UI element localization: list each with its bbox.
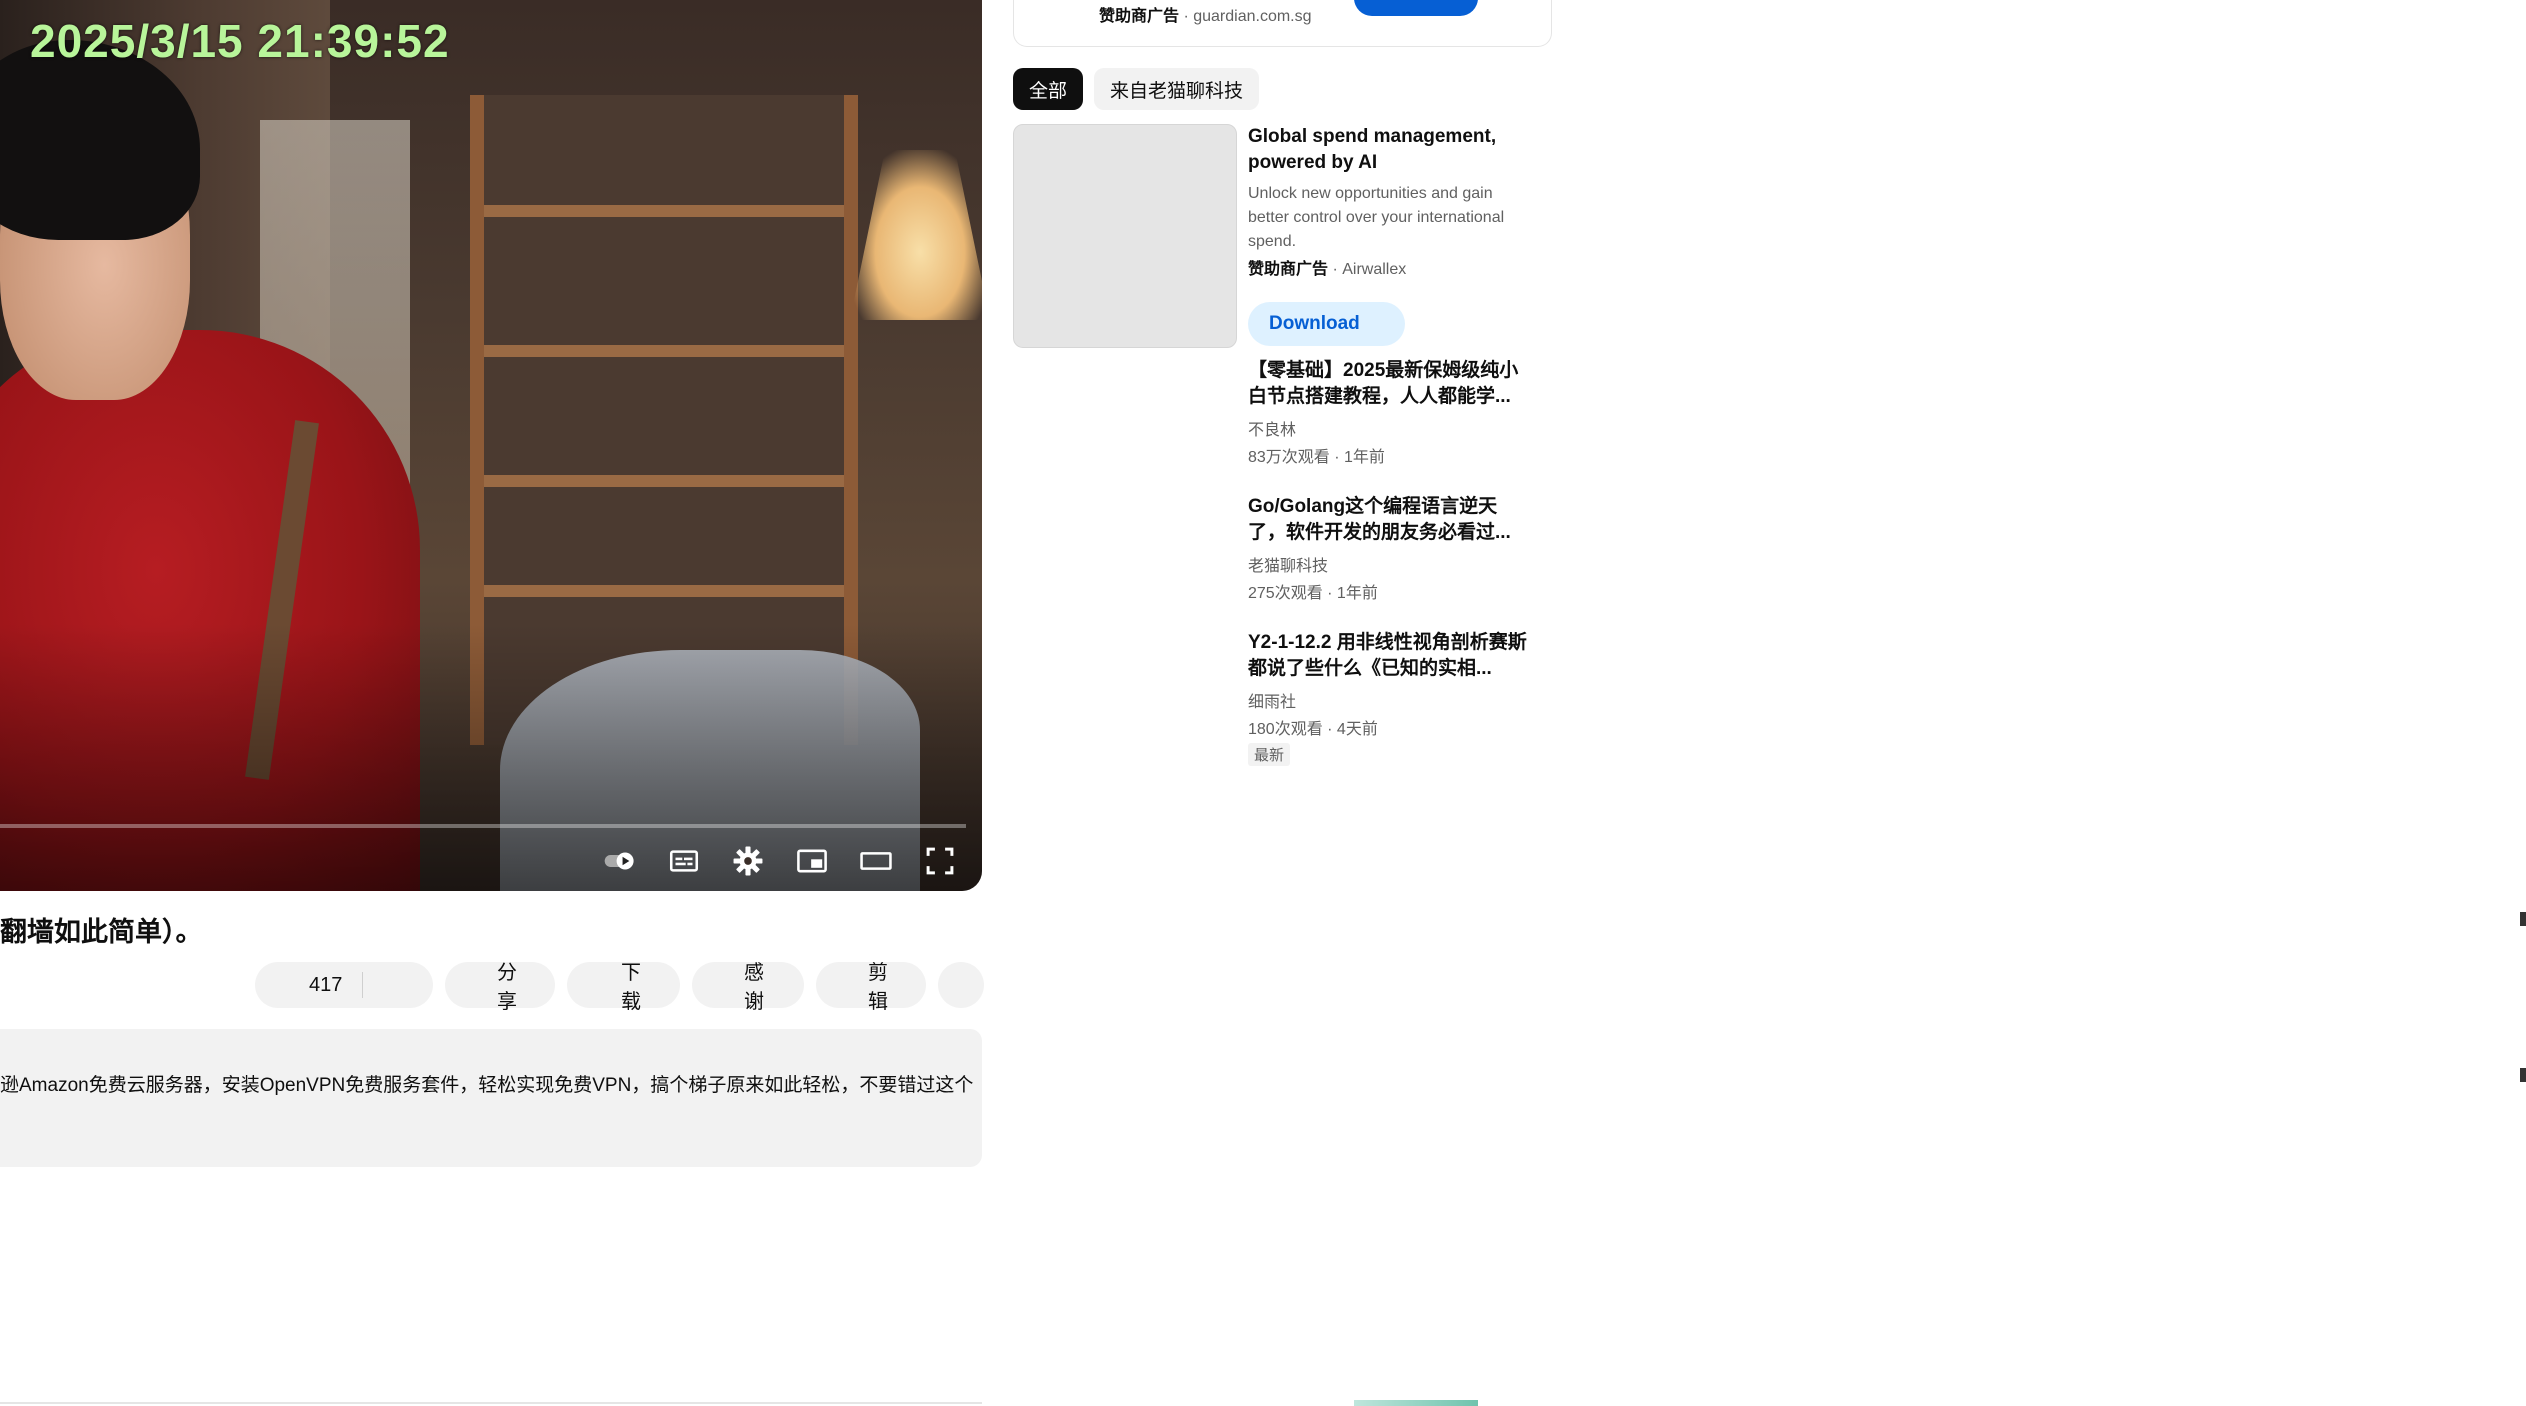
- recommendation-title[interactable]: 【零基础】2025最新保姆级纯小白节点搭建教程，人人都能学...: [1248, 358, 1528, 410]
- recommendation-channel[interactable]: 细雨社: [1248, 688, 1528, 712]
- download-button[interactable]: 下载: [567, 962, 680, 1013]
- video-controls-gradient: [0, 0, 982, 891]
- more-actions-button[interactable]: [938, 962, 984, 1008]
- settings-icon[interactable]: [730, 843, 766, 879]
- recommendation-item[interactable]: Y2-1-12.2 用非线性视角剖析赛斯都说了些什么《已知的实相... 细雨社 …: [1248, 630, 1528, 766]
- description-text: 逊Amazon免费云服务器，安装OpenVPN免费服务套件，轻松实现免费VPN，…: [0, 1075, 974, 1096]
- like-count: 417: [309, 973, 343, 996]
- share-button[interactable]: 分享: [445, 962, 555, 1013]
- sponsor-meta: 赞助商广告 · Airwallex: [1248, 261, 1407, 278]
- page: 2025/3/15 21:39:52 翻墙如此简单）。 417 分享 下载 感谢…: [0, 0, 2526, 1406]
- new-badge: 最新: [1248, 743, 1291, 766]
- sponsor-sponsored-label: 赞助商广告: [1248, 261, 1329, 278]
- thanks-button[interactable]: 感谢: [692, 962, 804, 1013]
- download-label: 下载: [621, 962, 641, 1013]
- recommendation-channel[interactable]: 不良林: [1248, 416, 1528, 440]
- recommendation-stats: 180次观看 · 4天前: [1248, 721, 1378, 738]
- recommendation-title[interactable]: Y2-1-12.2 用非线性视角剖析赛斯都说了些什么《已知的实相...: [1248, 630, 1528, 682]
- sponsor-download-button[interactable]: Download: [1248, 302, 1405, 346]
- autoplay-toggle-icon[interactable]: [602, 843, 638, 879]
- sponsor-title[interactable]: Global spend management, powered by AI: [1248, 124, 1528, 176]
- video-player[interactable]: 2025/3/15 21:39:52: [0, 0, 982, 891]
- miniplayer-icon[interactable]: [794, 843, 830, 879]
- top-ad-separator: ·: [1179, 8, 1194, 25]
- clip-label: 剪辑: [868, 962, 888, 1013]
- scrollbar-edge-mark: [2520, 1068, 2526, 1082]
- chip-from-channel[interactable]: 来自老猫聊科技: [1094, 68, 1260, 110]
- sponsor-advertiser: Airwallex: [1342, 261, 1407, 278]
- recommendation-channel[interactable]: 老猫聊科技: [1248, 552, 1528, 576]
- share-label: 分享: [497, 962, 517, 1013]
- recommendation-item[interactable]: Go/Golang这个编程语言逆天了，软件开发的朋友务必看过... 老猫聊科技 …: [1248, 494, 1528, 603]
- top-ad-domain: guardian.com.sg: [1193, 8, 1312, 25]
- recommendation-filter-chips: 全部 来自老猫聊科技: [1013, 68, 1260, 110]
- description-box[interactable]: 逊Amazon免费云服务器，安装OpenVPN免费服务套件，轻松实现免费VPN，…: [0, 1029, 982, 1167]
- video-timestamp-overlay: 2025/3/15 21:39:52: [30, 15, 450, 67]
- clip-button[interactable]: 剪辑: [816, 962, 926, 1013]
- like-dislike-divider: [362, 972, 364, 998]
- top-ad-meta: 赞助商广告 · guardian.com.sg: [1099, 2, 1312, 26]
- video-actions: 417 分享 下载 感谢 剪辑: [255, 962, 984, 1013]
- like-button[interactable]: 417: [255, 962, 433, 1008]
- partial-button-bottom[interactable]: [1354, 1400, 1478, 1406]
- chip-all[interactable]: 全部: [1013, 68, 1084, 110]
- video-title: 翻墙如此简单）。: [0, 917, 203, 947]
- top-ad-card[interactable]: 赞助商广告 · guardian.com.sg: [1013, 0, 1552, 47]
- top-ad-sponsored-label: 赞助商广告: [1099, 8, 1180, 25]
- player-controls: [602, 840, 958, 882]
- sponsor-thumbnail[interactable]: [1013, 124, 1237, 348]
- sponsor-description: Unlock new opportunities and gain better…: [1248, 185, 1505, 250]
- recommendation-stats: 275次观看 · 1年前: [1248, 585, 1378, 602]
- top-ad-cta-button[interactable]: [1354, 0, 1478, 16]
- thanks-label: 感谢: [744, 962, 764, 1013]
- scrollbar-edge-mark: [2520, 912, 2526, 926]
- video-progress-bar[interactable]: [0, 824, 966, 828]
- recommendation-stats: 83万次观看 · 1年前: [1248, 449, 1385, 466]
- recommendation-title[interactable]: Go/Golang这个编程语言逆天了，软件开发的朋友务必看过...: [1248, 494, 1528, 546]
- captions-icon[interactable]: [666, 843, 702, 879]
- theater-mode-icon[interactable]: [858, 843, 894, 879]
- fullscreen-icon[interactable]: [922, 843, 958, 879]
- recommendation-item[interactable]: 【零基础】2025最新保姆级纯小白节点搭建教程，人人都能学... 不良林 83万…: [1248, 358, 1528, 467]
- bottom-divider: [0, 1402, 982, 1404]
